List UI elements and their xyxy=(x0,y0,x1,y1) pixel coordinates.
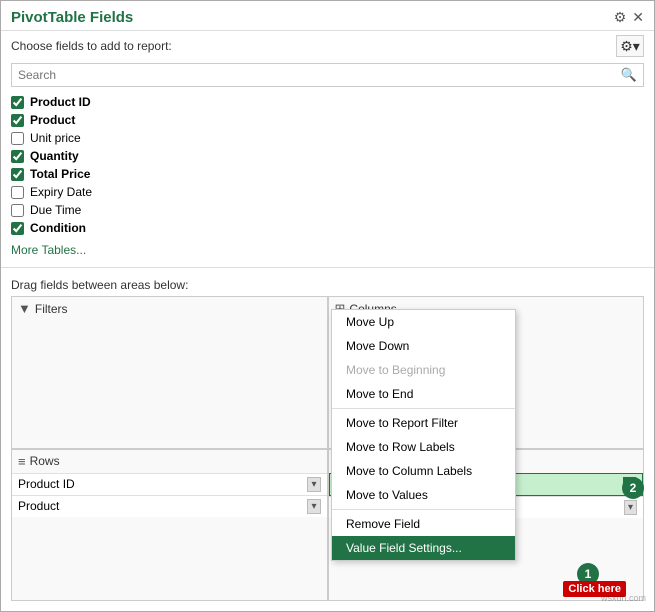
field-label-total-price: Total Price xyxy=(30,167,90,181)
filter-icon: ▼ xyxy=(18,301,31,316)
checkbox-due-time[interactable] xyxy=(11,204,24,217)
panel-controls: ⚙ ✕ xyxy=(614,9,644,26)
field-item-due-time: Due Time xyxy=(11,201,644,219)
checkbox-quantity[interactable] xyxy=(11,150,24,163)
field-item-total-price: Total Price xyxy=(11,165,644,183)
values-item-2-dropdown[interactable]: ▾ xyxy=(624,500,637,515)
field-item-unit-price: Unit price xyxy=(11,129,644,147)
rows-item-1-label: Product ID xyxy=(18,477,75,491)
ctx-move-to-values[interactable]: Move to Values xyxy=(332,483,515,507)
checkbox-unit-price[interactable] xyxy=(11,132,24,145)
rows-item-2-dropdown[interactable]: ▾ xyxy=(307,499,320,514)
filters-label: Filters xyxy=(35,302,68,316)
divider xyxy=(1,267,654,268)
rows-item-2: Product ▾ xyxy=(12,495,327,517)
rows-label: Rows xyxy=(30,454,60,468)
rows-item-2-label: Product xyxy=(18,499,59,513)
context-menu: Move UpMove DownMove to BeginningMove to… xyxy=(331,309,516,561)
ctx-move-to-report-filter[interactable]: Move to Report Filter xyxy=(332,411,515,435)
search-input[interactable] xyxy=(12,65,615,85)
drag-label: Drag fields between areas below: xyxy=(1,274,654,296)
panel-title: PivotTable Fields xyxy=(11,9,133,26)
close-icon[interactable]: ✕ xyxy=(632,9,644,26)
ctx-move-down[interactable]: Move Down xyxy=(332,334,515,358)
filters-header: ▼ Filters xyxy=(12,297,327,320)
field-label-unit-price: Unit price xyxy=(30,131,81,145)
ctx-move-to-column-labels[interactable]: Move to Column Labels xyxy=(332,459,515,483)
ctx-move-to-row-labels[interactable]: Move to Row Labels xyxy=(332,435,515,459)
rows-item-1-dropdown[interactable]: ▾ xyxy=(307,477,320,492)
field-item-product: Product xyxy=(11,111,644,129)
filters-area: ▼ Filters xyxy=(11,296,328,449)
fields-list: Product ID Product Unit price Quantity Total… xyxy=(1,91,654,239)
search-icon: 🔍 xyxy=(615,64,643,86)
watermark: wsxdn.com xyxy=(601,593,646,603)
rows-icon: ≡ xyxy=(18,454,26,469)
checkbox-product-id[interactable] xyxy=(11,96,24,109)
field-item-expiry-date: Expiry Date xyxy=(11,183,644,201)
rows-item-1: Product ID ▾ xyxy=(12,473,327,495)
rows-header: ≡ Rows xyxy=(12,450,327,473)
field-label-product-id: Product ID xyxy=(30,95,91,109)
field-label-expiry-date: Expiry Date xyxy=(30,185,92,199)
choose-label-text: Choose fields to add to report: xyxy=(11,39,172,53)
pivot-table-fields-panel: PivotTable Fields ⚙ ✕ Choose fields to a… xyxy=(0,0,655,612)
choose-label-row: Choose fields to add to report: ⚙▾ xyxy=(1,31,654,61)
ctx-move-up[interactable]: Move Up xyxy=(332,310,515,334)
badge-2: 2 xyxy=(622,477,644,499)
divider2 xyxy=(332,509,515,510)
ctx-value-field-settings[interactable]: Value Field Settings... xyxy=(332,536,515,560)
checkbox-expiry-date[interactable] xyxy=(11,186,24,199)
field-label-condition: Condition xyxy=(30,221,86,235)
field-item-product-id: Product ID xyxy=(11,93,644,111)
settings-icon[interactable]: ⚙ xyxy=(614,9,627,26)
more-tables-link[interactable]: More Tables... xyxy=(1,239,654,261)
field-label-product: Product xyxy=(30,113,75,127)
field-label-due-time: Due Time xyxy=(30,203,81,217)
field-item-quantity: Quantity xyxy=(11,147,644,165)
checkbox-total-price[interactable] xyxy=(11,168,24,181)
checkbox-condition[interactable] xyxy=(11,222,24,235)
field-item-condition: Condition xyxy=(11,219,644,237)
ctx-remove-field[interactable]: Remove Field xyxy=(332,512,515,536)
search-bar: 🔍 xyxy=(11,63,644,87)
panel-header: PivotTable Fields ⚙ ✕ xyxy=(1,1,654,31)
divider1 xyxy=(332,408,515,409)
field-label-quantity: Quantity xyxy=(30,149,79,163)
gear-button[interactable]: ⚙▾ xyxy=(616,35,644,57)
areas-grid: ▼ Filters ⊞ Columns ≡ Rows Product ID ▾ … xyxy=(1,296,654,611)
checkbox-product[interactable] xyxy=(11,114,24,127)
ctx-move-to-beginning: Move to Beginning xyxy=(332,358,515,382)
ctx-move-to-end[interactable]: Move to End xyxy=(332,382,515,406)
rows-area: ≡ Rows Product ID ▾ Product ▾ xyxy=(11,449,328,602)
